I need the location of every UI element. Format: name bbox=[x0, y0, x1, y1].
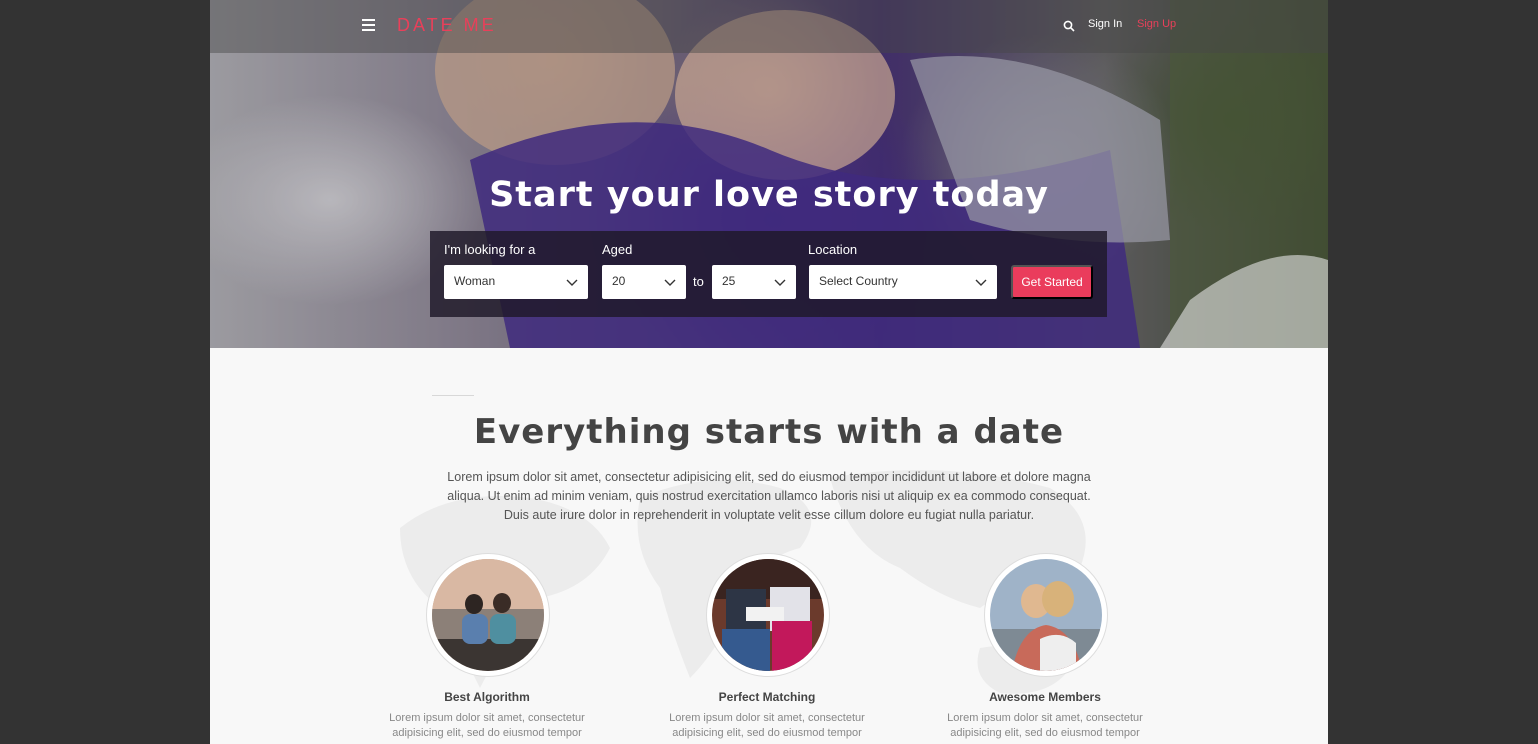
chevron-down-icon bbox=[975, 279, 987, 286]
sign-in-link[interactable]: Sign In bbox=[1088, 18, 1122, 30]
location-label: Location bbox=[808, 242, 858, 257]
hero-title: Start your love story today bbox=[489, 175, 1049, 215]
intro-section: Everything starts with a date Lorem ipsu… bbox=[210, 348, 1328, 744]
couple-sunset-photo bbox=[432, 559, 544, 671]
country-select-value: Select Country bbox=[819, 274, 898, 288]
feature-text: Lorem ipsum dolor sit amet, consectetur … bbox=[669, 712, 865, 739]
gender-select-value: Woman bbox=[454, 274, 496, 288]
feature-image-frame bbox=[984, 553, 1108, 677]
age-to-select[interactable]: 25 bbox=[712, 265, 796, 299]
feature-text: Lorem ipsum dolor sit amet, consectetur … bbox=[947, 712, 1143, 739]
chevron-down-icon bbox=[566, 279, 578, 286]
site-logo[interactable]: DATE ME bbox=[397, 15, 497, 36]
menu-icon[interactable] bbox=[362, 19, 375, 31]
feature-title: Awesome Members bbox=[989, 690, 1101, 704]
country-select[interactable]: Select Country bbox=[809, 265, 997, 299]
chevron-down-icon bbox=[774, 279, 786, 286]
age-to-value: 25 bbox=[722, 274, 736, 288]
search-form: I'm looking for a Woman Aged 20 to 25 Lo… bbox=[430, 231, 1107, 317]
decorative-divider bbox=[432, 395, 474, 396]
couple-kissing-photo bbox=[990, 559, 1102, 671]
feature-title: Perfect Matching bbox=[718, 690, 816, 704]
feature-title: Best Algorithm bbox=[444, 690, 530, 704]
search-icon[interactable] bbox=[1063, 20, 1075, 32]
gender-select[interactable]: Woman bbox=[444, 265, 588, 299]
page-container: DATE ME Sign In Sign Up Start your love … bbox=[210, 0, 1328, 744]
section-title: Everything starts with a date bbox=[473, 412, 1065, 452]
age-to-label: to bbox=[693, 274, 704, 289]
aged-label: Aged bbox=[602, 242, 633, 257]
age-from-select[interactable]: 20 bbox=[602, 265, 686, 299]
age-from-value: 20 bbox=[612, 274, 626, 288]
couple-reading-photo bbox=[712, 559, 824, 671]
feature-text: Lorem ipsum dolor sit amet, consectetur … bbox=[389, 712, 585, 739]
section-description: Lorem ipsum dolor sit amet, consectetur … bbox=[447, 470, 1091, 522]
hero-banner: DATE ME Sign In Sign Up Start your love … bbox=[210, 0, 1328, 348]
looking-for-label: I'm looking for a bbox=[444, 242, 536, 257]
feature-image-frame bbox=[426, 553, 550, 677]
chevron-down-icon bbox=[664, 279, 676, 286]
feature-image-frame bbox=[706, 553, 830, 677]
sign-up-link[interactable]: Sign Up bbox=[1137, 18, 1176, 30]
get-started-button[interactable]: Get Started bbox=[1011, 265, 1093, 299]
top-nav-bar: DATE ME Sign In Sign Up bbox=[210, 0, 1328, 53]
